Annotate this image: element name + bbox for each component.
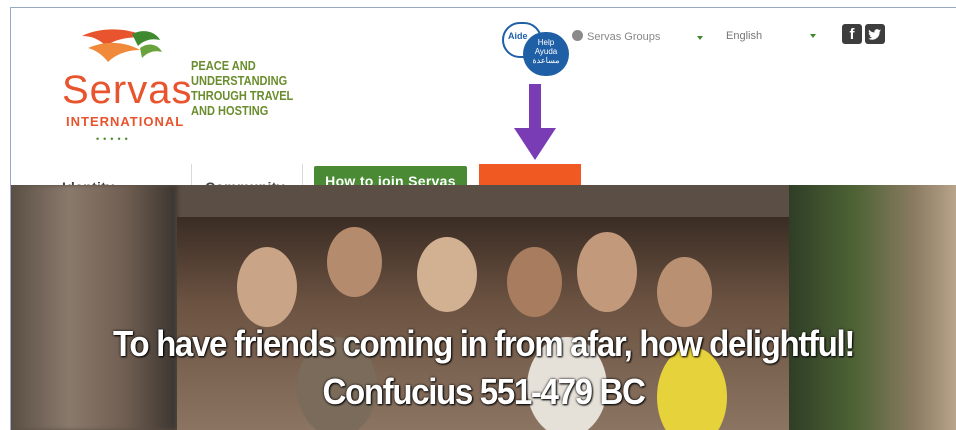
help-bubble-front-icon: Help Ayuda مساعدة (523, 32, 569, 76)
hero-quote-line2: Confucius 551-479 BC (322, 371, 645, 412)
globe-icon (572, 30, 583, 41)
language-dropdown[interactable]: English (726, 30, 762, 42)
annotation-arrow-icon (514, 84, 556, 160)
hero-quote: To have friends coming in from afar, how… (49, 320, 918, 416)
logo-subtitle: INTERNATIONAL (66, 114, 185, 129)
language-caret-icon[interactable] (810, 34, 816, 38)
logo-dots: ••••• (96, 134, 132, 144)
groups-caret-icon[interactable] (697, 36, 703, 40)
help-button[interactable]: Aide Help Ayuda مساعدة (502, 22, 572, 82)
groups-label: Servas Groups (587, 31, 661, 43)
facebook-icon[interactable]: f (842, 24, 862, 44)
logo-wordmark[interactable]: Servas (62, 70, 192, 110)
twitter-icon[interactable] (865, 24, 885, 44)
tagline: PEACE AND UNDERSTANDING THROUGH TRAVEL A… (191, 58, 294, 118)
servas-groups-dropdown[interactable]: Servas Groups (572, 30, 660, 43)
hero-quote-line1: To have friends coming in from afar, how… (113, 323, 855, 364)
